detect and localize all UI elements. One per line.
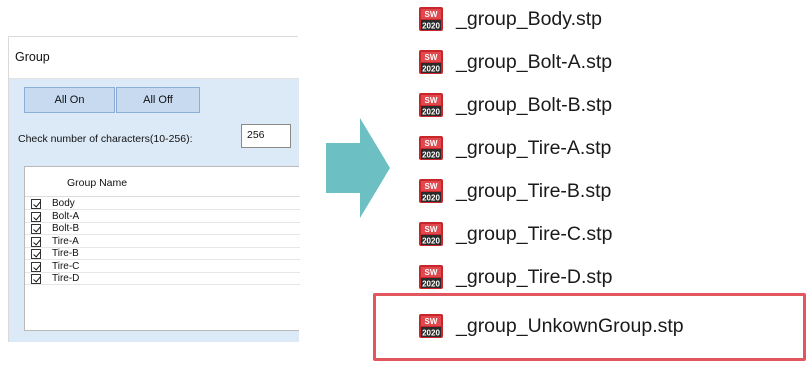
file-name: _group_Tire-D.stp [456,266,613,288]
table-row[interactable]: Tire-C [25,261,300,273]
file-name: _group_Tire-B.stp [456,180,612,202]
svg-text:SW: SW [425,268,438,277]
dialog-body: All On All Off Check number of character… [9,79,300,342]
sw2020-file-icon: SW 2020 [419,7,443,31]
file-name: _group_Tire-A.stp [456,137,612,159]
sw2020-file-icon: SW 2020 [419,179,443,203]
dialog-title: Group [15,50,50,64]
svg-text:2020: 2020 [422,151,440,160]
table-row[interactable]: Tire-D [25,273,300,286]
checkbox[interactable] [31,274,41,284]
checkbox[interactable] [31,224,41,234]
svg-text:SW: SW [425,139,438,148]
file-name: _group_Body.stp [456,8,602,30]
file-name: _group_Tire-C.stp [456,223,613,245]
svg-text:2020: 2020 [422,194,440,203]
svg-text:2020: 2020 [422,280,440,289]
svg-text:SW: SW [425,225,438,234]
sw2020-file-icon: SW 2020 [419,136,443,160]
table-row[interactable]: Tire-A [25,236,300,248]
svg-text:SW: SW [425,53,438,62]
svg-text:SW: SW [425,182,438,191]
file-name: _group_Bolt-A.stp [456,51,613,73]
row-label: Tire-C [52,260,80,272]
row-label: Tire-A [52,235,79,247]
char-check-label: Check number of characters(10-256): [18,133,193,145]
checkbox[interactable] [31,199,41,209]
file-name: _group_Bolt-B.stp [456,94,613,116]
row-label: Tire-D [52,273,80,284]
svg-text:2020: 2020 [422,65,440,74]
group-dialog: Group All On All Off Check number of cha… [8,36,300,342]
checkbox[interactable] [31,261,41,272]
sw2020-file-icon: SW 2020 [419,265,443,289]
sw2020-file-icon: SW 2020 [419,50,443,74]
table-row[interactable]: Bolt-B [25,223,300,236]
table-row[interactable]: Body [25,198,300,211]
column-header-group-name: Group Name [67,177,128,189]
row-label: Tire-B [52,248,79,259]
row-label: Body [52,198,75,209]
sw2020-file-icon: SW 2020 [419,93,443,117]
dialog-title-bar: Group [9,37,299,79]
table-header: Group Name [25,167,300,197]
svg-text:2020: 2020 [422,22,440,31]
table-row[interactable]: Tire-B [25,248,300,261]
svg-text:SW: SW [425,10,438,19]
checkbox[interactable] [31,211,41,222]
svg-text:2020: 2020 [422,237,440,246]
row-label: Bolt-A [52,210,80,222]
svg-text:2020: 2020 [422,108,440,117]
all-on-button[interactable]: All On [24,87,115,113]
sw2020-file-icon: SW 2020 [419,222,443,246]
checkbox[interactable] [31,236,41,247]
all-off-button[interactable]: All Off [116,87,200,113]
group-table: Group Name Body Bolt-A Bolt-B Tire-A Tir… [24,166,300,331]
highlight-box [373,293,806,361]
checkbox[interactable] [31,249,41,259]
right-arrow-icon [326,118,390,218]
svg-text:SW: SW [425,96,438,105]
row-label: Bolt-B [52,223,80,234]
table-row[interactable]: Bolt-A [25,211,300,223]
char-check-input[interactable]: 256 [241,124,291,148]
